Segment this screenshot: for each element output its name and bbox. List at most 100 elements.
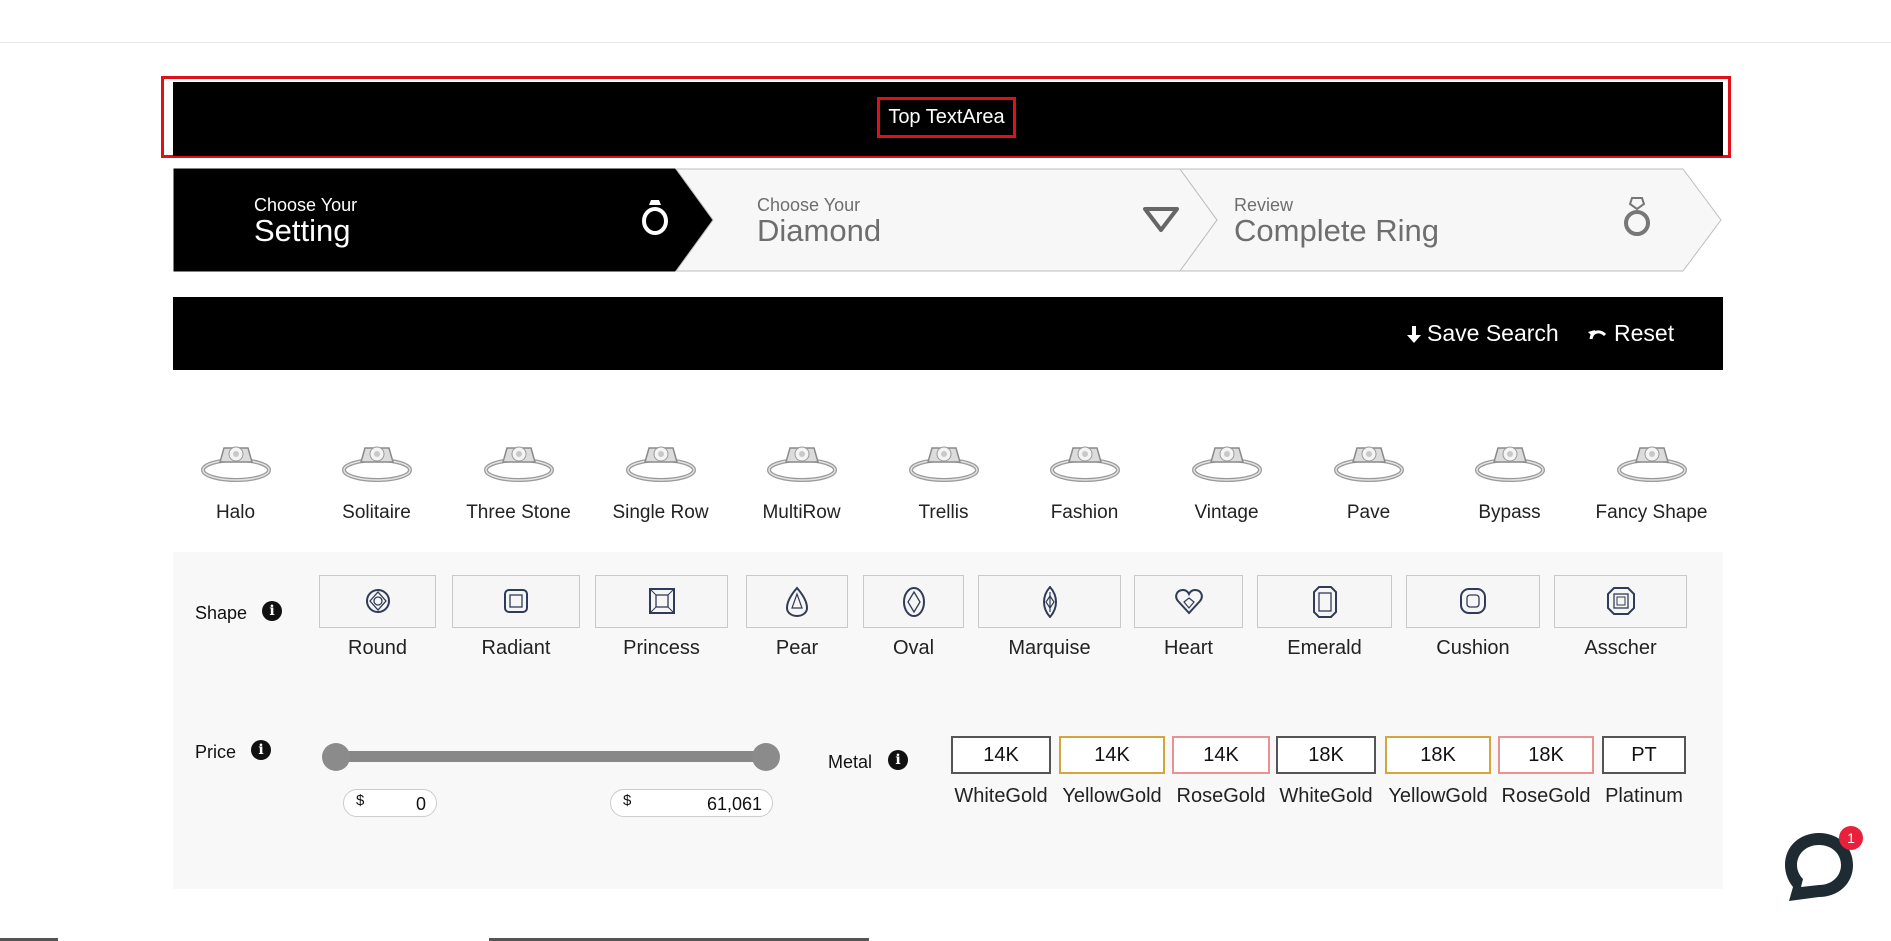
metal-info-icon[interactable]: i bbox=[888, 750, 908, 770]
ring-style-item[interactable]: Vintage bbox=[1156, 420, 1297, 524]
price-min-handle[interactable] bbox=[322, 743, 350, 771]
ring-style-item[interactable]: Single Row bbox=[590, 420, 731, 524]
ring-style-item[interactable]: Fashion bbox=[1014, 420, 1155, 524]
reset-button[interactable]: Reset bbox=[1588, 297, 1674, 370]
ring-style-item[interactable]: Fancy Shape bbox=[1581, 420, 1722, 524]
ring-style-item[interactable]: Pave bbox=[1298, 420, 1439, 524]
shape-option-label: Radiant bbox=[481, 637, 551, 659]
ring-style-label: Halo bbox=[215, 502, 256, 523]
ring-style-image bbox=[1581, 420, 1722, 486]
radiant-shape-icon bbox=[504, 588, 528, 613]
metal-option[interactable]: 18K RoseGold bbox=[1498, 736, 1594, 808]
shape-option-princess[interactable]: Princess bbox=[595, 575, 728, 660]
step-choose-setting[interactable]: Choose Your Setting bbox=[173, 168, 713, 272]
cushion-shape-icon bbox=[1460, 587, 1486, 614]
shape-option-radiant[interactable]: Radiant bbox=[452, 575, 580, 660]
ring-style-image bbox=[1156, 420, 1297, 486]
shape-option-label: Emerald bbox=[1287, 637, 1362, 659]
shape-option-box bbox=[1406, 575, 1540, 628]
shape-option-cushion[interactable]: Cushion bbox=[1406, 575, 1540, 660]
ring-style-label: Fashion bbox=[1050, 502, 1119, 523]
metal-karat: 18K bbox=[1308, 743, 1344, 766]
metal-name: YellowGold bbox=[1062, 785, 1162, 807]
shape-option-box bbox=[1554, 575, 1687, 628]
shape-option-asscher[interactable]: Asscher bbox=[1554, 575, 1687, 660]
heart-shape-icon bbox=[1174, 588, 1203, 614]
undo-icon bbox=[1588, 329, 1607, 339]
metal-option[interactable]: 14K WhiteGold bbox=[951, 736, 1051, 808]
price-max-value: 61,061 bbox=[706, 794, 762, 814]
top-text-area-label: Top TextArea bbox=[877, 97, 1016, 138]
metal-option[interactable]: 18K YellowGold bbox=[1385, 736, 1491, 808]
price-max-handle[interactable] bbox=[752, 743, 780, 771]
shape-option-box bbox=[863, 575, 964, 628]
ring-style-item[interactable]: Bypass bbox=[1439, 420, 1580, 524]
metal-name: YellowGold bbox=[1388, 785, 1488, 807]
shape-option-marquise[interactable]: Marquise bbox=[978, 575, 1121, 660]
metal-name: Platinum bbox=[1605, 785, 1683, 807]
shape-option-label: Round bbox=[348, 637, 407, 659]
ring-style-label: Trellis bbox=[918, 502, 969, 523]
ring-style-image bbox=[306, 420, 447, 486]
metal-karat: 14K bbox=[1094, 743, 1130, 766]
metal-filter-label: Metal bbox=[828, 752, 873, 772]
reset-label: Reset bbox=[1614, 320, 1675, 346]
ring-style-image bbox=[1014, 420, 1155, 486]
shape-option-box bbox=[452, 575, 580, 628]
ring-style-item[interactable]: Three Stone bbox=[448, 420, 589, 524]
shape-option-box bbox=[595, 575, 728, 628]
shape-option-oval[interactable]: Oval bbox=[863, 575, 964, 660]
metal-option[interactable]: PT Platinum bbox=[1602, 736, 1686, 808]
metal-option[interactable]: 14K RoseGold bbox=[1172, 736, 1270, 808]
ring-style-label: Solitaire bbox=[342, 502, 411, 523]
round-shape-icon bbox=[365, 588, 390, 613]
download-arrow-icon bbox=[1407, 325, 1421, 343]
emerald-shape-icon bbox=[1312, 585, 1337, 618]
price-max-input[interactable]: $ 61,061 bbox=[610, 789, 773, 817]
princess-shape-icon bbox=[648, 587, 675, 614]
shape-option-emerald[interactable]: Emerald bbox=[1257, 575, 1392, 660]
metal-option[interactable]: 14K YellowGold bbox=[1059, 736, 1165, 808]
step-review-title: Complete Ring bbox=[1234, 213, 1440, 248]
shape-option-pear[interactable]: Pear bbox=[746, 575, 848, 660]
ring-style-item[interactable]: Halo bbox=[165, 420, 306, 524]
step-review-complete-ring[interactable]: Review Complete Ring bbox=[1218, 168, 1723, 272]
step-choose-diamond[interactable]: Choose Your Diamond bbox=[713, 168, 1218, 272]
metal-karat: PT bbox=[1631, 743, 1657, 766]
shape-option-label: Princess bbox=[623, 637, 700, 659]
ring-style-image bbox=[165, 420, 306, 486]
ring-style-item[interactable]: MultiRow bbox=[731, 420, 872, 524]
metal-name: WhiteGold bbox=[1279, 785, 1373, 807]
save-search-label: Save Search bbox=[1427, 320, 1559, 346]
metal-name: RoseGold bbox=[1501, 785, 1591, 807]
step-setting-title: Setting bbox=[254, 213, 351, 248]
metal-karat: 18K bbox=[1528, 743, 1564, 766]
ring-style-label: Fancy Shape bbox=[1595, 502, 1708, 523]
metal-karat: 14K bbox=[1203, 743, 1239, 766]
metal-option-box: PT bbox=[1602, 736, 1686, 774]
ring-style-item[interactable]: Trellis bbox=[873, 420, 1014, 524]
ring-style-label: Vintage bbox=[1194, 502, 1259, 523]
price-min-input[interactable]: $ 0 bbox=[343, 789, 437, 817]
shape-option-box bbox=[978, 575, 1121, 628]
ring-style-item[interactable]: Solitaire bbox=[306, 420, 447, 524]
chat-notification-badge: 1 bbox=[1839, 826, 1863, 850]
metal-option[interactable]: 18K WhiteGold bbox=[1276, 736, 1376, 808]
shape-option-round[interactable]: Round bbox=[319, 575, 436, 660]
save-search-button[interactable]: Save Search bbox=[1407, 297, 1559, 370]
price-info-icon[interactable]: i bbox=[251, 740, 271, 760]
price-min-currency: $ bbox=[356, 792, 365, 809]
price-max-currency: $ bbox=[623, 792, 632, 809]
shape-option-heart[interactable]: Heart bbox=[1134, 575, 1243, 660]
shape-option-label: Pear bbox=[775, 637, 819, 659]
shape-filter-label: Shape bbox=[195, 603, 248, 623]
oval-shape-icon bbox=[902, 586, 925, 617]
step-diamond-title: Diamond bbox=[757, 213, 882, 248]
shape-info-icon[interactable]: i bbox=[262, 601, 282, 621]
ring-style-label: MultiRow bbox=[762, 502, 841, 523]
metal-option-box: 14K bbox=[951, 736, 1051, 774]
metal-karat: 14K bbox=[983, 743, 1019, 766]
price-min-value: 0 bbox=[415, 794, 426, 814]
price-range-slider[interactable] bbox=[335, 751, 765, 762]
metal-name: WhiteGold bbox=[954, 785, 1048, 807]
